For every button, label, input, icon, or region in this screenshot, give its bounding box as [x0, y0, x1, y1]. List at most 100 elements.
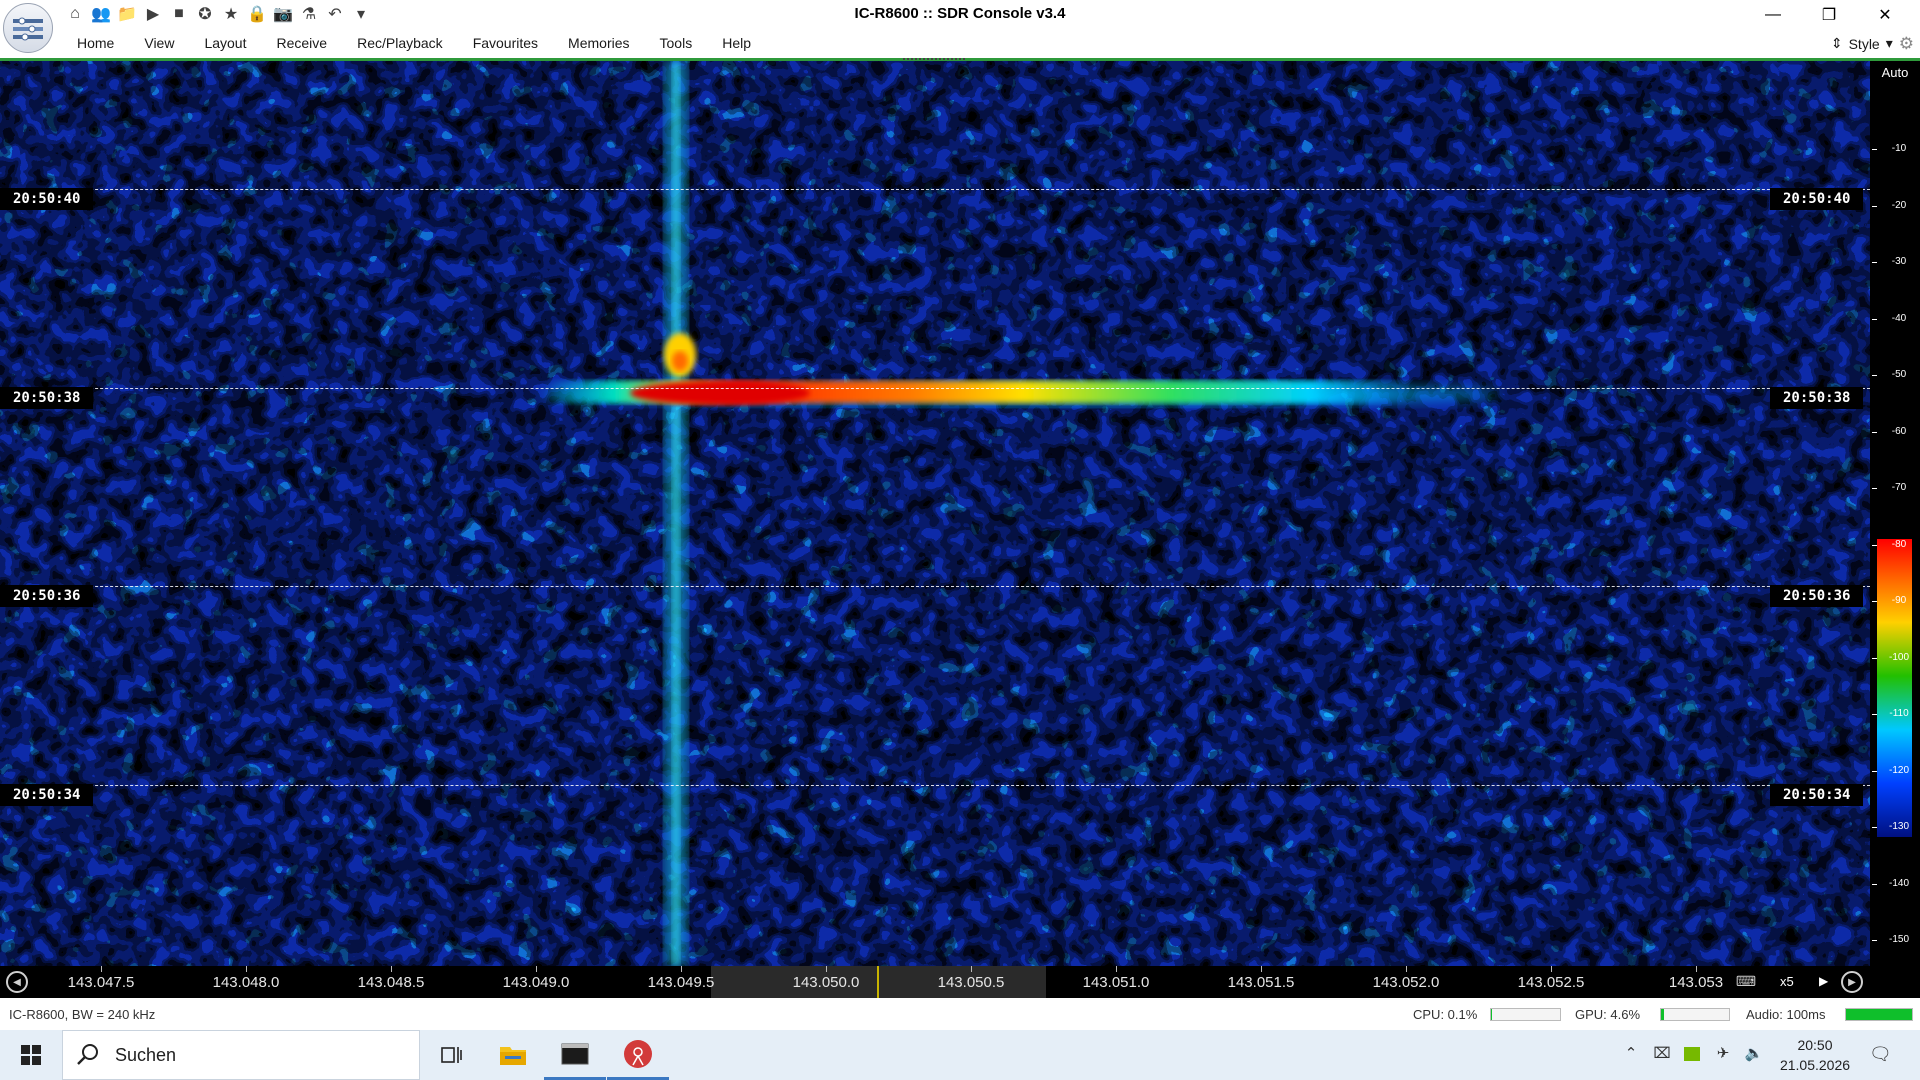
application-menu-button[interactable]: [3, 3, 53, 53]
play-icon[interactable]: ▶: [142, 3, 164, 25]
search-placeholder: Suchen: [115, 1044, 177, 1065]
network-icon[interactable]: ⌧: [1651, 1044, 1673, 1066]
frequency-tick: [826, 966, 827, 972]
frequency-label: 143.050.5: [937, 974, 1005, 991]
zoom-factor[interactable]: x5: [1780, 974, 1794, 989]
frequency-label: 143.047.5: [67, 974, 135, 991]
menu-receive[interactable]: Receive: [262, 29, 343, 58]
minimize-button[interactable]: —: [1745, 0, 1801, 29]
time-label-left: 20:50:36: [0, 585, 94, 607]
cpu-meter: [1490, 1008, 1561, 1021]
taskbar: Suchen ⌃ ⌧ ✈ 🔈 20:50 21.05.2026 🗨: [0, 1030, 1920, 1080]
menu-home[interactable]: Home: [62, 29, 129, 58]
waterfall-canvas: [0, 61, 1870, 966]
tray-overflow-chevron-icon[interactable]: ⌃: [1620, 1044, 1642, 1066]
frequency-label: 143.048.5: [357, 974, 425, 991]
frequency-label: 143.052.5: [1517, 974, 1585, 991]
frequency-tick: [1406, 966, 1407, 972]
frequency-label: 143.051.0: [1082, 974, 1150, 991]
scale-tick-label: -70: [1872, 482, 1918, 493]
scroll-right-icon[interactable]: ▶: [1841, 971, 1863, 993]
menu-rec-playback[interactable]: Rec/Playback: [342, 29, 458, 58]
style-selector[interactable]: ⇕ Style ▾ ⚙: [1831, 29, 1914, 58]
scale-tick-label: -110: [1872, 708, 1918, 719]
menu-layout[interactable]: Layout: [189, 29, 261, 58]
status-bar: IC-R8600, BW = 240 kHz CPU: 0.1% GPU: 4.…: [0, 998, 1920, 1030]
taskbar-search[interactable]: Suchen: [62, 1030, 420, 1080]
menu-view[interactable]: View: [129, 29, 189, 58]
folder-icon[interactable]: 📁: [116, 3, 138, 25]
style-arrows-icon: ⇕: [1830, 35, 1843, 51]
home-icon[interactable]: ⌂: [64, 3, 86, 25]
menu-favourites[interactable]: Favourites: [458, 29, 553, 58]
frequency-label: 143.049.5: [647, 974, 715, 991]
start-button[interactable]: [0, 1030, 62, 1080]
time-gridline: [0, 785, 1870, 786]
menu-tools[interactable]: Tools: [645, 29, 708, 58]
stop-icon[interactable]: ■: [168, 3, 190, 25]
terminal-icon: [561, 1043, 589, 1064]
tuned-frequency-marker[interactable]: [877, 966, 879, 998]
frequency-label: 143.052.0: [1372, 974, 1440, 991]
notification-center-icon[interactable]: 🗨: [1869, 1044, 1892, 1066]
task-view-button[interactable]: [420, 1030, 482, 1080]
app-logo-icon: [13, 17, 43, 41]
file-explorer-icon: [500, 1047, 526, 1065]
time-label-right: 20:50:36: [1770, 585, 1864, 607]
taskbar-clock[interactable]: 20:50 21.05.2026: [1770, 1035, 1860, 1075]
camera-icon[interactable]: 📷: [272, 3, 294, 25]
frequency-axis[interactable]: ◀ 143.047.5 143.048.0 143.048.5 143.049.0 14…: [0, 966, 1920, 998]
customize-dropdown-icon[interactable]: ▾: [350, 3, 372, 25]
taskbar-sdr-console[interactable]: [607, 1030, 669, 1080]
frequency-label: 143.048.0: [212, 974, 280, 991]
scale-tick-label: -130: [1872, 821, 1918, 832]
gpu-meter: [1660, 1008, 1730, 1021]
signal-scale[interactable]: Auto -10 -20 -30 -40 -50 -60 -70 -80 -90 -100 -110…: [1870, 61, 1920, 966]
restore-button[interactable]: ❐: [1801, 0, 1857, 29]
audio-status: Audio: 100ms: [1746, 1007, 1826, 1022]
undo-icon[interactable]: ↶: [324, 3, 346, 25]
time-gridline: [0, 388, 1870, 389]
time-gridline: [0, 189, 1870, 190]
zoom-next-icon[interactable]: ▶: [1819, 974, 1828, 988]
flask-icon[interactable]: ⚗: [298, 3, 320, 25]
quick-access-toolbar: ⌂ 👥 📁 ▶ ■ ✪ ★ 🔒 📷 ⚗ ↶ ▾: [64, 3, 372, 25]
close-button[interactable]: ✕: [1857, 0, 1913, 29]
scale-tick-label: -90: [1872, 595, 1918, 606]
scale-tick-label: -80: [1872, 539, 1918, 550]
nvidia-icon[interactable]: [1681, 1044, 1703, 1066]
scale-tick-label: -100: [1872, 652, 1918, 663]
frequency-tick: [1116, 966, 1117, 972]
clock-date: 21.05.2026: [1779, 1057, 1851, 1073]
compass-icon[interactable]: ✪: [194, 3, 216, 25]
waterfall-display[interactable]: 20:50:40 20:50:40 20:50:38 20:50:38 20:50:36…: [0, 61, 1870, 966]
frequency-label: 143.053: [1668, 974, 1724, 991]
airplane-mode-icon[interactable]: ✈: [1712, 1044, 1734, 1066]
frequency-tick: [681, 966, 682, 972]
menu-list: Home View Layout Receive Rec/Playback Favouri…: [62, 29, 766, 58]
menu-memories[interactable]: Memories: [553, 29, 644, 58]
title-bar: ⌂ 👥 📁 ▶ ■ ✪ ★ 🔒 📷 ⚗ ↶ ▾ IC-R8600 :: SDR Console v3.…: [0, 0, 1920, 29]
scroll-left-icon[interactable]: ◀: [6, 971, 28, 993]
settings-gear-icon[interactable]: ⚙: [1899, 34, 1914, 54]
time-gridline: [0, 586, 1870, 587]
users-icon[interactable]: 👥: [90, 3, 112, 25]
scale-auto-button[interactable]: Auto: [1870, 65, 1920, 80]
scale-tick-label: -20: [1872, 200, 1918, 211]
taskbar-terminal[interactable]: [544, 1030, 606, 1080]
taskbar-file-explorer[interactable]: [482, 1030, 544, 1080]
scale-tick-label: -10: [1872, 143, 1918, 154]
volume-icon[interactable]: 🔈: [1743, 1044, 1765, 1066]
lock-icon[interactable]: 🔒: [246, 3, 268, 25]
frequency-label: 143.051.5: [1227, 974, 1295, 991]
star-icon[interactable]: ★: [220, 3, 242, 25]
time-label-left: 20:50:40: [0, 188, 94, 210]
cpu-status: CPU: 0.1%: [1413, 1007, 1478, 1022]
keyboard-icon[interactable]: ⌨: [1734, 973, 1758, 991]
frequency-label: 143.050.0: [792, 974, 860, 991]
scale-tick-label: -50: [1872, 369, 1918, 380]
time-label-left: 20:50:34: [0, 784, 94, 806]
frequency-tick: [246, 966, 247, 972]
radio-bandwidth-status: IC-R8600, BW = 240 kHz: [9, 1007, 156, 1022]
menu-help[interactable]: Help: [707, 29, 766, 58]
